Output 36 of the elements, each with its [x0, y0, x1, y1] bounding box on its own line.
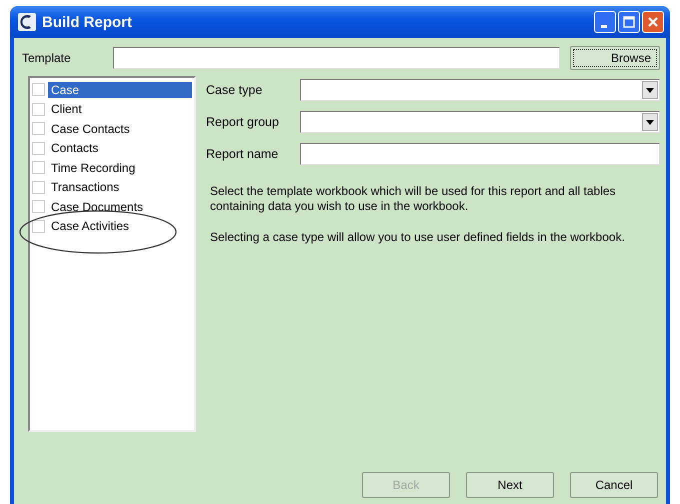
dropdown-field[interactable]	[300, 111, 660, 133]
close-button[interactable]	[642, 11, 664, 33]
list-item[interactable]: Case	[48, 82, 192, 98]
field-label: Report name	[206, 147, 280, 161]
field-label: Case type	[206, 83, 264, 97]
minimize-button[interactable]	[594, 11, 616, 33]
checkbox[interactable]	[32, 83, 45, 96]
app-icon	[18, 13, 36, 31]
checkbox[interactable]	[32, 142, 45, 155]
dropdown-field[interactable]	[300, 79, 660, 101]
wizard-button[interactable]: Cancel	[570, 472, 658, 498]
maximize-icon	[623, 16, 635, 28]
wizard-button[interactable]: Next	[466, 472, 554, 498]
template-field[interactable]	[113, 47, 560, 69]
list-item[interactable]: Contacts	[48, 140, 102, 156]
list-item[interactable]: Case Documents	[48, 198, 146, 215]
checkbox[interactable]	[32, 102, 45, 116]
checkbox[interactable]	[32, 200, 45, 214]
list-item[interactable]: Time Recording	[48, 160, 138, 176]
checkbox[interactable]	[32, 122, 45, 136]
checkbox[interactable]	[32, 161, 45, 174]
text-field[interactable]	[300, 143, 660, 165]
checkbox[interactable]	[32, 180, 45, 194]
list-item[interactable]: Transactions	[48, 179, 122, 196]
checkbox[interactable]	[32, 220, 45, 233]
minimize-icon	[600, 24, 606, 28]
field-label: Report group	[206, 115, 280, 129]
close-icon	[647, 16, 659, 28]
maximize-button[interactable]	[618, 11, 640, 33]
template-label: Template	[21, 51, 72, 65]
help-text: Select the template workbook which will be used for this report and all tables containing data you wish to use in the workbook.	[210, 184, 617, 214]
list-item[interactable]: Client	[48, 101, 85, 118]
browse-button[interactable]: Browse	[570, 46, 660, 70]
help-text: Selecting a case type will allow you to use user defined fields in the workbook.	[210, 230, 626, 245]
list-item[interactable]: Case Contacts	[48, 120, 133, 137]
window-title: Build Report	[42, 14, 133, 30]
